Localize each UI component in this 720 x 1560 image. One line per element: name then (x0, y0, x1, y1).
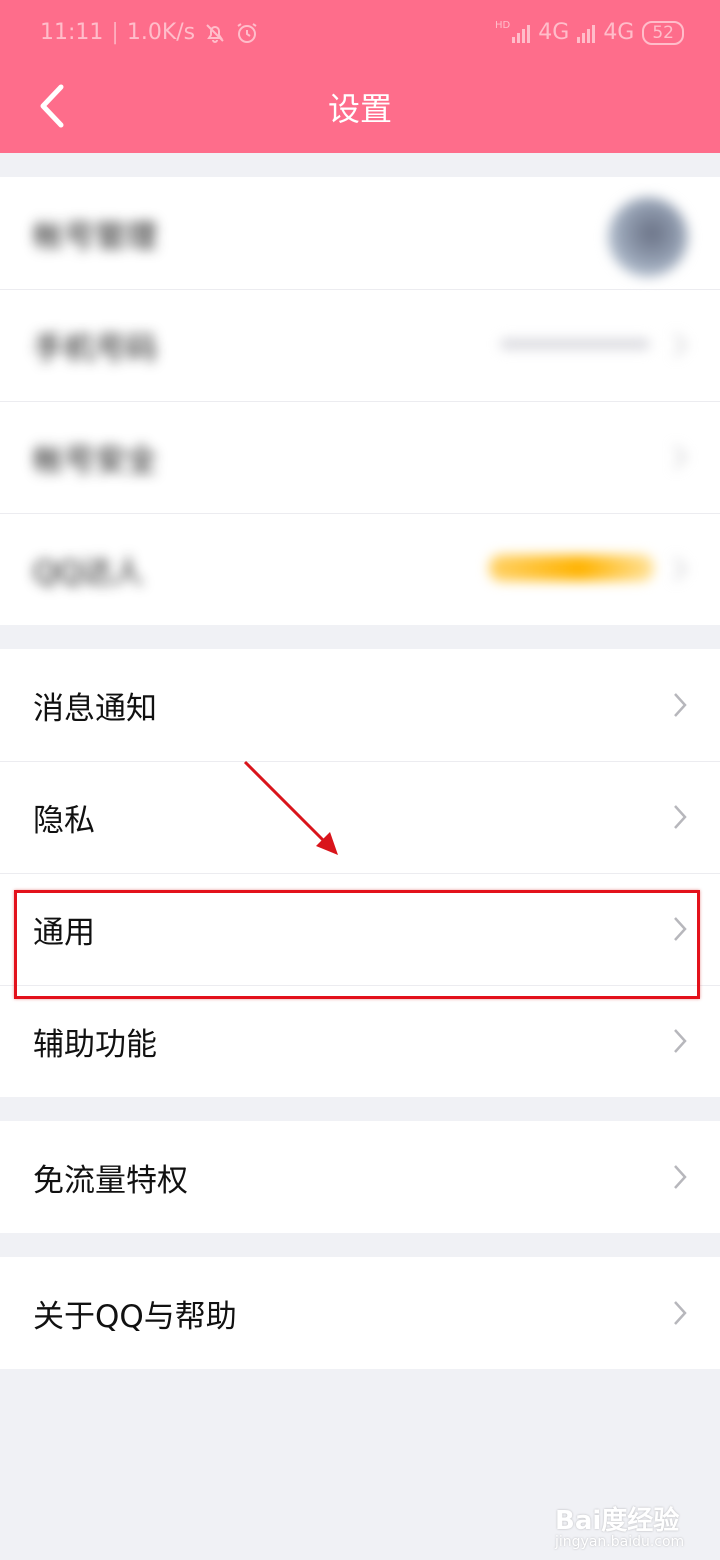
status-bar: 11:11 | 1.0K/s HD 4G 4G 52 (0, 0, 720, 70)
bell-off-icon (206, 23, 224, 43)
qq-expert-label: QQ达人 (33, 554, 144, 591)
battery-indicator: 52 (642, 20, 684, 45)
status-time: 11:11 (40, 20, 104, 45)
accessibility-label: 辅助功能 (33, 1026, 157, 1063)
page-title: 设置 (327, 90, 392, 128)
hd-label: HD (495, 20, 511, 31)
phone-number-value (500, 339, 650, 349)
chevron-right-icon (674, 693, 687, 717)
alarm-icon (237, 22, 257, 43)
navigation-bar: 设置 (0, 70, 720, 153)
highlight-box (14, 890, 700, 999)
about-help-label: 关于QQ与帮助 (33, 1298, 237, 1335)
data-privilege-group: 免流量特权 (0, 1121, 720, 1233)
network-type-2: 4G (603, 20, 635, 45)
general-settings-group: 消息通知 隐私 通用 辅助功能 (0, 649, 720, 1097)
qq-expert-row[interactable]: QQ达人 (0, 513, 720, 625)
chevron-right-icon (674, 1165, 687, 1189)
account-settings-group: 帐号管理 手机号码 帐号安全 QQ达人 (0, 177, 720, 625)
about-help-row[interactable]: 关于QQ与帮助 (0, 1257, 720, 1369)
account-management-label: 帐号管理 (33, 218, 157, 255)
vip-badge (489, 555, 654, 581)
chevron-right-icon (674, 333, 687, 357)
network-speed: 1.0K/s (126, 20, 196, 45)
avatar (608, 197, 688, 277)
about-group: 关于QQ与帮助 (0, 1257, 720, 1369)
signal-icon (577, 23, 596, 43)
chevron-right-icon (674, 445, 687, 469)
phone-number-row[interactable]: 手机号码 (0, 289, 720, 401)
account-security-label: 帐号安全 (33, 442, 157, 479)
message-notification-row[interactable]: 消息通知 (0, 649, 720, 761)
free-data-privilege-label: 免流量特权 (33, 1162, 188, 1199)
watermark-logo: Bai度经验 (555, 1506, 680, 1536)
watermark-url: jingyan.baidu.com (555, 1534, 685, 1550)
chevron-right-icon (674, 805, 687, 829)
account-security-row[interactable]: 帐号安全 (0, 401, 720, 513)
message-notification-label: 消息通知 (33, 690, 157, 727)
privacy-label: 隐私 (33, 802, 95, 839)
free-data-privilege-row[interactable]: 免流量特权 (0, 1121, 720, 1233)
chevron-right-icon (674, 1301, 687, 1325)
chevron-right-icon (674, 557, 687, 581)
signal-icon (512, 23, 531, 43)
account-management-row[interactable]: 帐号管理 (0, 177, 720, 289)
accessibility-row[interactable]: 辅助功能 (0, 985, 720, 1097)
chevron-right-icon (674, 1029, 687, 1053)
network-type-1: 4G (538, 20, 570, 45)
privacy-row[interactable]: 隐私 (0, 761, 720, 873)
phone-number-label: 手机号码 (33, 330, 157, 367)
